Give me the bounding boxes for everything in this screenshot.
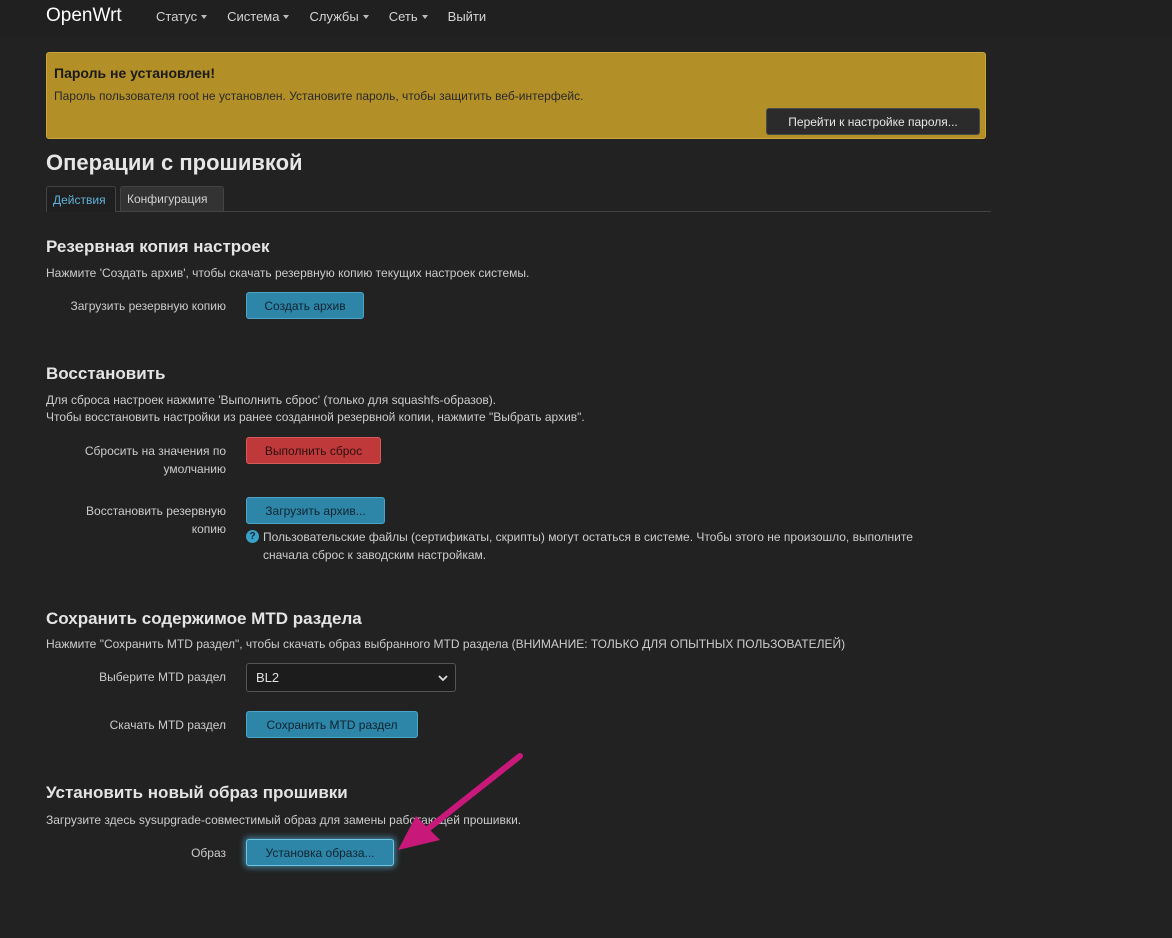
menu-network-label: Сеть [388, 9, 418, 24]
menu-system[interactable]: Система [227, 9, 290, 24]
menu-system-label: Система [227, 9, 280, 24]
restore-field-label: Восстановить резервную копию [46, 502, 226, 538]
image-field-label: Образ [191, 846, 226, 860]
menu-status[interactable]: Статус [156, 9, 208, 24]
create-archive-button[interactable]: Создать архив [246, 292, 364, 319]
caret-down-icon [362, 15, 369, 19]
restore-label-line1: Восстановить резервную [86, 504, 226, 518]
top-navbar: OpenWrt Статус Система Службы Сеть Выйти [0, 0, 1172, 36]
help-line2: сначала сброс к заводским настройкам. [263, 548, 487, 562]
save-mtd-partition-button[interactable]: Сохранить MTD раздел [246, 711, 418, 738]
menu-network[interactable]: Сеть [389, 9, 428, 24]
mtd-partition-select[interactable]: BL2 [246, 663, 456, 692]
main-menu: Статус Система Службы Сеть Выйти [156, 9, 506, 24]
backup-field-label: Загрузить резервную копию [70, 299, 226, 313]
upload-archive-button[interactable]: Загрузить архив... [246, 497, 385, 524]
chevron-down-icon [438, 675, 448, 682]
restore-description-line2: Чтобы восстановить настройки из ранее со… [46, 410, 585, 424]
perform-reset-button[interactable]: Выполнить сброс [246, 437, 381, 464]
brand-logo[interactable]: OpenWrt [46, 5, 122, 27]
password-warning-alert: Пароль не установлен! Пароль пользовател… [46, 52, 986, 139]
page-title: Операции с прошивкой [46, 150, 303, 175]
tab-actions[interactable]: Действия [46, 186, 116, 212]
restore-help-text: ? Пользовательские файлы (сертификаты, с… [246, 528, 986, 564]
tab-bar: Действия Конфигурация [46, 186, 991, 212]
mtd-select-label: Выберите MTD раздел [99, 670, 226, 684]
mtd-section-title: Сохранить содержимое MTD раздела [46, 609, 362, 628]
menu-services[interactable]: Службы [309, 9, 369, 24]
flash-image-button[interactable]: Установка образа... [246, 839, 394, 866]
go-to-password-settings-button[interactable]: Перейти к настройке пароля... [766, 108, 980, 135]
help-line1: Пользовательские файлы (сертификаты, скр… [263, 530, 913, 544]
caret-down-icon [201, 15, 208, 19]
caret-down-icon [283, 15, 290, 19]
menu-logout[interactable]: Выйти [448, 9, 487, 24]
menu-logout-label: Выйти [447, 9, 487, 24]
menu-status-label: Статус [156, 9, 198, 24]
mtd-select-value: BL2 [256, 670, 280, 685]
flash-section-title: Установить новый образ прошивки [46, 783, 348, 802]
question-icon: ? [246, 530, 259, 543]
tab-configuration[interactable]: Конфигурация [120, 186, 224, 211]
alert-text: Пароль пользователя root не установлен. … [54, 89, 584, 103]
reset-label-line1: Сбросить на значения по [84, 444, 226, 458]
reset-label-line2: умолчанию [163, 462, 226, 476]
menu-services-label: Службы [309, 9, 359, 24]
backup-section-title: Резервная копия настроек [46, 237, 270, 256]
restore-label-line2: копию [191, 522, 226, 536]
mtd-description: Нажмите "Сохранить MTD раздел", чтобы ск… [46, 637, 846, 651]
alert-title: Пароль не установлен! [54, 65, 216, 81]
restore-description-line1: Для сброса настроек нажмите 'Выполнить с… [46, 393, 497, 407]
caret-down-icon [421, 15, 428, 19]
restore-section-title: Восстановить [46, 364, 166, 383]
backup-description: Нажмите 'Создать архив', чтобы скачать р… [46, 266, 530, 280]
annotation-arrow-icon [398, 753, 523, 850]
mtd-download-label: Скачать MTD раздел [109, 718, 226, 732]
reset-field-label: Сбросить на значения по умолчанию [46, 442, 226, 478]
